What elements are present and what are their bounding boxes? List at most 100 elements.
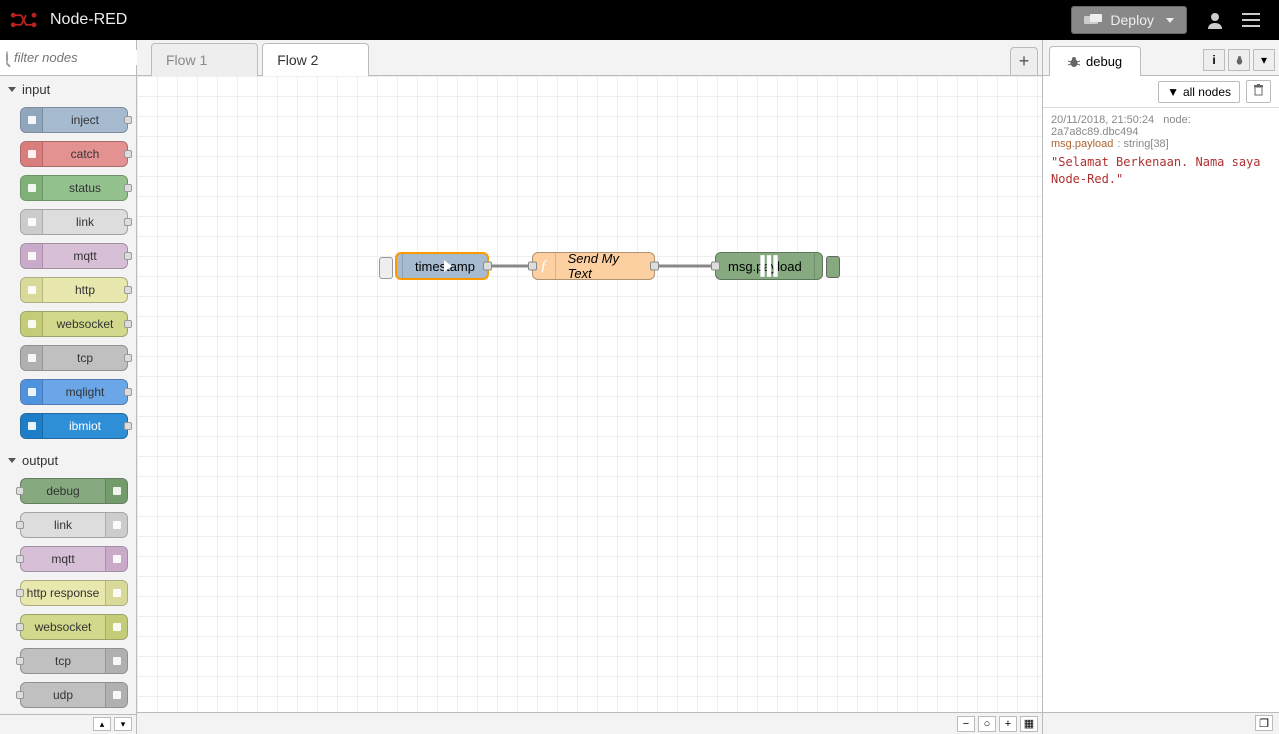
palette-port bbox=[16, 623, 24, 631]
palette-node-websocket[interactable]: websocket bbox=[20, 311, 128, 337]
node-type-icon bbox=[21, 278, 43, 302]
palette-node-tcp[interactable]: tcp bbox=[20, 345, 128, 371]
palette-port bbox=[16, 691, 24, 699]
user-icon[interactable] bbox=[1197, 0, 1233, 40]
wire-layer bbox=[137, 76, 1042, 712]
debug-tab[interactable]: debug bbox=[1049, 46, 1141, 76]
palette-node-mqlight[interactable]: mqlight bbox=[20, 379, 128, 405]
debug-sidebar: debug i ▾ ▼ all nodes 20/11/2018, 21:50:… bbox=[1042, 40, 1279, 734]
inject-icon bbox=[397, 254, 403, 278]
add-flow-button[interactable]: + bbox=[1010, 47, 1038, 75]
palette-port bbox=[124, 388, 132, 396]
palette-port bbox=[124, 422, 132, 430]
sidebar-tabs: debug i ▾ bbox=[1043, 40, 1279, 76]
search-icon bbox=[6, 51, 8, 64]
output-port[interactable] bbox=[650, 262, 659, 271]
palette-node-catch[interactable]: catch bbox=[20, 141, 128, 167]
node-type-icon bbox=[21, 108, 43, 132]
palette-node-label: tcp bbox=[21, 654, 105, 668]
menu-button[interactable] bbox=[1233, 0, 1269, 40]
palette-node-link[interactable]: link bbox=[20, 512, 128, 538]
canvas-footer: − ○ + ▦ bbox=[137, 712, 1042, 734]
debug-tab-label: debug bbox=[1086, 54, 1122, 69]
palette-node-label: udp bbox=[21, 688, 105, 702]
node-type-icon bbox=[21, 312, 43, 336]
app-logo bbox=[10, 10, 42, 30]
palette-node-websocket[interactable]: websocket bbox=[20, 614, 128, 640]
palette-node-label: inject bbox=[43, 113, 127, 127]
palette-node-http-response[interactable]: http response bbox=[20, 580, 128, 606]
palette-node-label: http response bbox=[21, 586, 105, 600]
node-type-icon bbox=[105, 479, 127, 503]
palette-node-label: http bbox=[43, 283, 127, 297]
canvas[interactable]: timestamp ƒ Send My Text msg.payload bbox=[137, 76, 1042, 712]
category-header-output[interactable]: output bbox=[0, 447, 136, 474]
palette-port bbox=[16, 555, 24, 563]
zoom-reset-button[interactable]: ○ bbox=[978, 716, 996, 732]
palette-port bbox=[124, 150, 132, 158]
palette-port bbox=[16, 521, 24, 529]
node-type-icon bbox=[21, 210, 43, 234]
debug-filter-button[interactable]: ▼ all nodes bbox=[1158, 81, 1240, 103]
sidebar-info-button[interactable]: i bbox=[1203, 49, 1225, 71]
filter-icon: ▼ bbox=[1167, 85, 1179, 99]
palette-node-label: mqtt bbox=[43, 249, 127, 263]
flow-node-inject[interactable]: timestamp bbox=[395, 252, 489, 280]
flow-node-function[interactable]: ƒ Send My Text bbox=[532, 252, 655, 280]
palette-port bbox=[16, 657, 24, 665]
palette-node-inject[interactable]: inject bbox=[20, 107, 128, 133]
view-map-button[interactable]: ▦ bbox=[1020, 716, 1038, 732]
node-type-icon bbox=[21, 244, 43, 268]
category-header-input[interactable]: input bbox=[0, 76, 136, 103]
flow-tab-flow-1[interactable]: Flow 1 bbox=[151, 43, 258, 76]
palette-node-tcp[interactable]: tcp bbox=[20, 648, 128, 674]
debug-toolbar: ▼ all nodes bbox=[1043, 76, 1279, 108]
palette-node-label: mqtt bbox=[21, 552, 105, 566]
node-type-icon bbox=[105, 683, 127, 707]
palette-node-udp[interactable]: udp bbox=[20, 682, 128, 708]
open-window-button[interactable]: ❐ bbox=[1255, 715, 1273, 731]
palette-node-label: ibmiot bbox=[43, 419, 127, 433]
flow-tab-flow-2[interactable]: Flow 2 bbox=[262, 43, 369, 76]
input-port[interactable] bbox=[528, 262, 537, 271]
palette-node-ibmiot[interactable]: ibmiot bbox=[20, 413, 128, 439]
inject-trigger-button[interactable] bbox=[379, 257, 393, 279]
palette-node-debug[interactable]: debug bbox=[20, 478, 128, 504]
debug-toggle-button[interactable] bbox=[826, 256, 840, 278]
palette-expand-button[interactable]: ▾ bbox=[114, 717, 132, 731]
palette-node-http[interactable]: http bbox=[20, 277, 128, 303]
chevron-down-icon bbox=[8, 458, 16, 463]
palette-node-status[interactable]: status bbox=[20, 175, 128, 201]
debug-msg-path: msg.payload bbox=[1051, 138, 1113, 150]
palette-node-label: status bbox=[43, 181, 127, 195]
palette-node-mqtt[interactable]: mqtt bbox=[20, 546, 128, 572]
palette-port bbox=[124, 116, 132, 124]
flow-node-label: Send My Text bbox=[556, 251, 654, 281]
flow-tabs: Flow 1Flow 2 + bbox=[137, 40, 1042, 76]
palette-node-label: tcp bbox=[43, 351, 127, 365]
palette-list[interactable]: input inject catch status link mqtt http websoc… bbox=[0, 76, 136, 714]
flow-node-debug[interactable]: msg.payload bbox=[715, 252, 823, 280]
palette-port bbox=[16, 589, 24, 597]
zoom-in-button[interactable]: + bbox=[999, 716, 1017, 732]
deploy-button[interactable]: Deploy bbox=[1071, 6, 1187, 34]
sidebar-dropdown-button[interactable]: ▾ bbox=[1253, 49, 1275, 71]
sidebar-debug-button[interactable] bbox=[1228, 49, 1250, 71]
palette-port bbox=[124, 286, 132, 294]
palette-node-label: mqlight bbox=[43, 385, 127, 399]
palette-node-mqtt[interactable]: mqtt bbox=[20, 243, 128, 269]
node-type-icon bbox=[21, 142, 43, 166]
palette-port bbox=[124, 218, 132, 226]
zoom-out-button[interactable]: − bbox=[957, 716, 975, 732]
debug-timestamp: 20/11/2018, 21:50:24 bbox=[1051, 114, 1154, 126]
debug-log[interactable]: 20/11/2018, 21:50:24 node: 2a7a8c89.dbc4… bbox=[1043, 108, 1279, 712]
palette-collapse-button[interactable]: ▴ bbox=[93, 717, 111, 731]
palette-node-label: link bbox=[43, 215, 127, 229]
sidebar-footer: ❐ bbox=[1043, 712, 1279, 734]
chevron-down-icon bbox=[1166, 18, 1174, 23]
node-type-icon bbox=[21, 346, 43, 370]
output-port[interactable] bbox=[483, 262, 492, 271]
palette-node-link[interactable]: link bbox=[20, 209, 128, 235]
clear-debug-button[interactable] bbox=[1246, 80, 1271, 103]
workspace: Flow 1Flow 2 + timestamp bbox=[137, 40, 1042, 734]
